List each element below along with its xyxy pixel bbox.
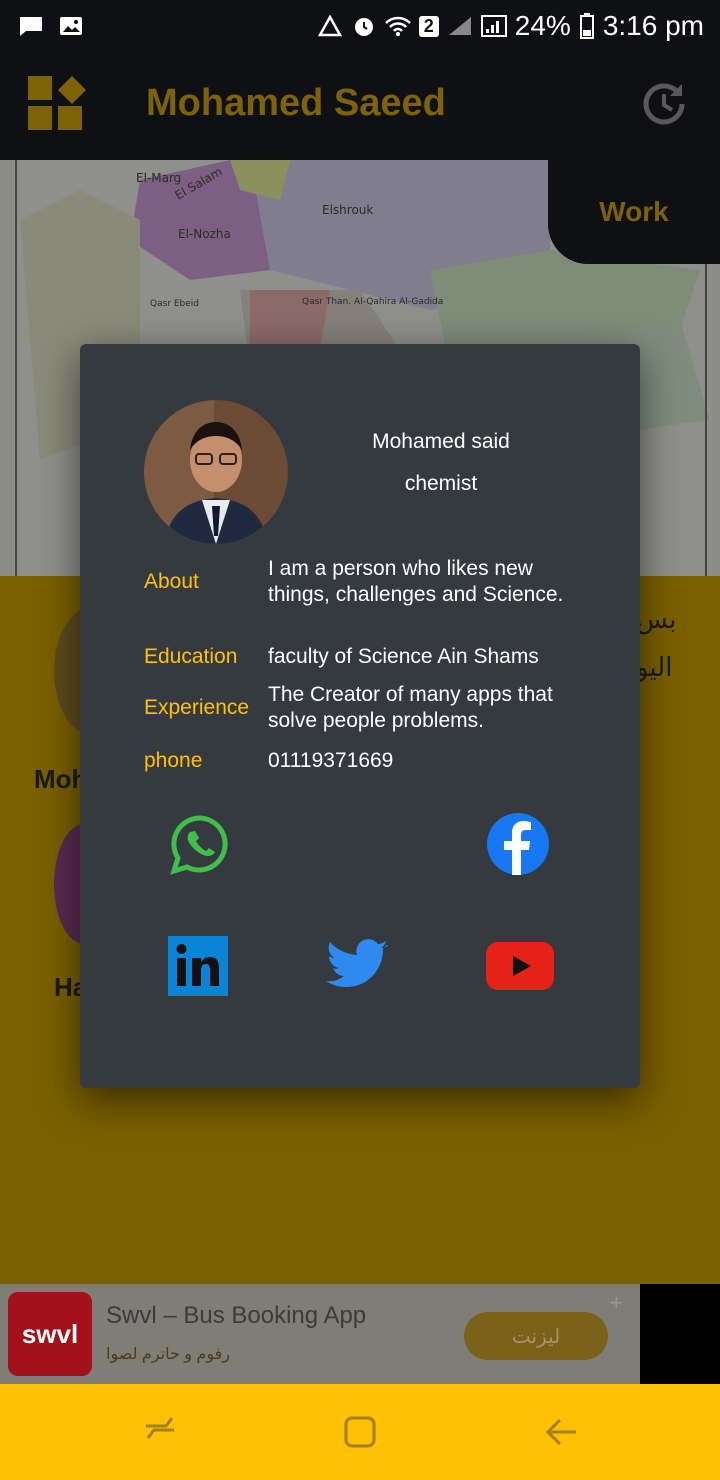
alarm-icon bbox=[354, 18, 373, 36]
info-row-experience: Experience The Creator of many apps that… bbox=[144, 682, 584, 734]
map-label-elmarg: El-Marg bbox=[136, 171, 181, 185]
twitter-icon[interactable] bbox=[326, 934, 390, 998]
battery-icon bbox=[579, 13, 594, 39]
map-label-elnozha: El-Nozha bbox=[178, 227, 231, 241]
app-logo-icon[interactable] bbox=[28, 76, 86, 132]
facebook-icon[interactable] bbox=[486, 812, 550, 876]
recent-apps-icon[interactable] bbox=[142, 1414, 178, 1450]
profile-dialog: Mohamed said chemist About I am a person… bbox=[80, 344, 640, 1088]
info-value: I am a person who likes new things, chal… bbox=[268, 557, 564, 606]
clock: 3:16 pm bbox=[602, 10, 704, 41]
ad-subtitle: رفوم و حاترم لصوا bbox=[106, 1346, 231, 1363]
ad-info-icon[interactable]: + bbox=[610, 1290, 623, 1316]
map-label-new-cairo: Qasr Than. Al-Qahira Al-Gadida bbox=[302, 297, 443, 307]
data-saver-icon bbox=[317, 15, 342, 37]
ad-install-button[interactable]: ليزنت bbox=[464, 1312, 608, 1360]
system-nav-bar bbox=[0, 1384, 720, 1480]
info-value: faculty of Science Ain Shams bbox=[268, 645, 539, 668]
home-icon[interactable] bbox=[342, 1414, 378, 1450]
info-label: phone bbox=[144, 749, 203, 772]
signal-icon-2 bbox=[480, 15, 507, 37]
info-row-about: About I am a person who likes new things… bbox=[144, 556, 584, 608]
ad-logo[interactable]: swvl bbox=[8, 1292, 92, 1376]
map-label-qasr-ebeid: Qasr Ebeid bbox=[150, 299, 199, 309]
info-label: Experience bbox=[144, 696, 250, 719]
message-notification-icon bbox=[20, 17, 42, 36]
tab-work[interactable]: Work bbox=[548, 160, 720, 264]
info-label: About bbox=[144, 570, 199, 593]
app-title: Mohamed Saeed bbox=[146, 82, 446, 124]
app-bar: Mohamed Saeed bbox=[0, 52, 720, 160]
sim-badge: 2 bbox=[418, 15, 439, 37]
image-notification-icon bbox=[60, 17, 82, 35]
info-value[interactable]: 01119371669 bbox=[268, 748, 584, 774]
ad-banner[interactable]: swvl Swvl – Bus Booking App رفوم و حاترم… bbox=[0, 1284, 640, 1384]
signal-icon-1 bbox=[448, 17, 471, 35]
profile-name: Mohamed said bbox=[372, 430, 510, 453]
linkedin-icon[interactable] bbox=[168, 936, 228, 996]
history-icon[interactable] bbox=[638, 78, 690, 130]
info-row-education: Education faculty of Science Ain Shams bbox=[144, 644, 584, 670]
map-label-elshrouk: Elshrouk bbox=[322, 203, 373, 217]
back-icon[interactable] bbox=[544, 1414, 580, 1450]
whatsapp-icon[interactable] bbox=[168, 812, 232, 876]
profile-role: chemist bbox=[404, 472, 478, 495]
info-row-phone: phone 01119371669 bbox=[144, 748, 584, 774]
background-arabic-1: بس bbox=[636, 604, 677, 634]
profile-avatar bbox=[144, 400, 288, 544]
status-bar: 2 24% 3:16 pm bbox=[0, 0, 720, 52]
youtube-icon[interactable] bbox=[486, 940, 554, 992]
battery-percent: 24% bbox=[514, 10, 571, 41]
info-label: Education bbox=[144, 645, 238, 668]
background-arabic-2: اليو bbox=[636, 652, 673, 682]
wifi-icon bbox=[384, 16, 411, 36]
info-value: The Creator of many apps that solve peop… bbox=[268, 683, 553, 732]
ad-title[interactable]: Swvl – Bus Booking App bbox=[106, 1302, 366, 1330]
